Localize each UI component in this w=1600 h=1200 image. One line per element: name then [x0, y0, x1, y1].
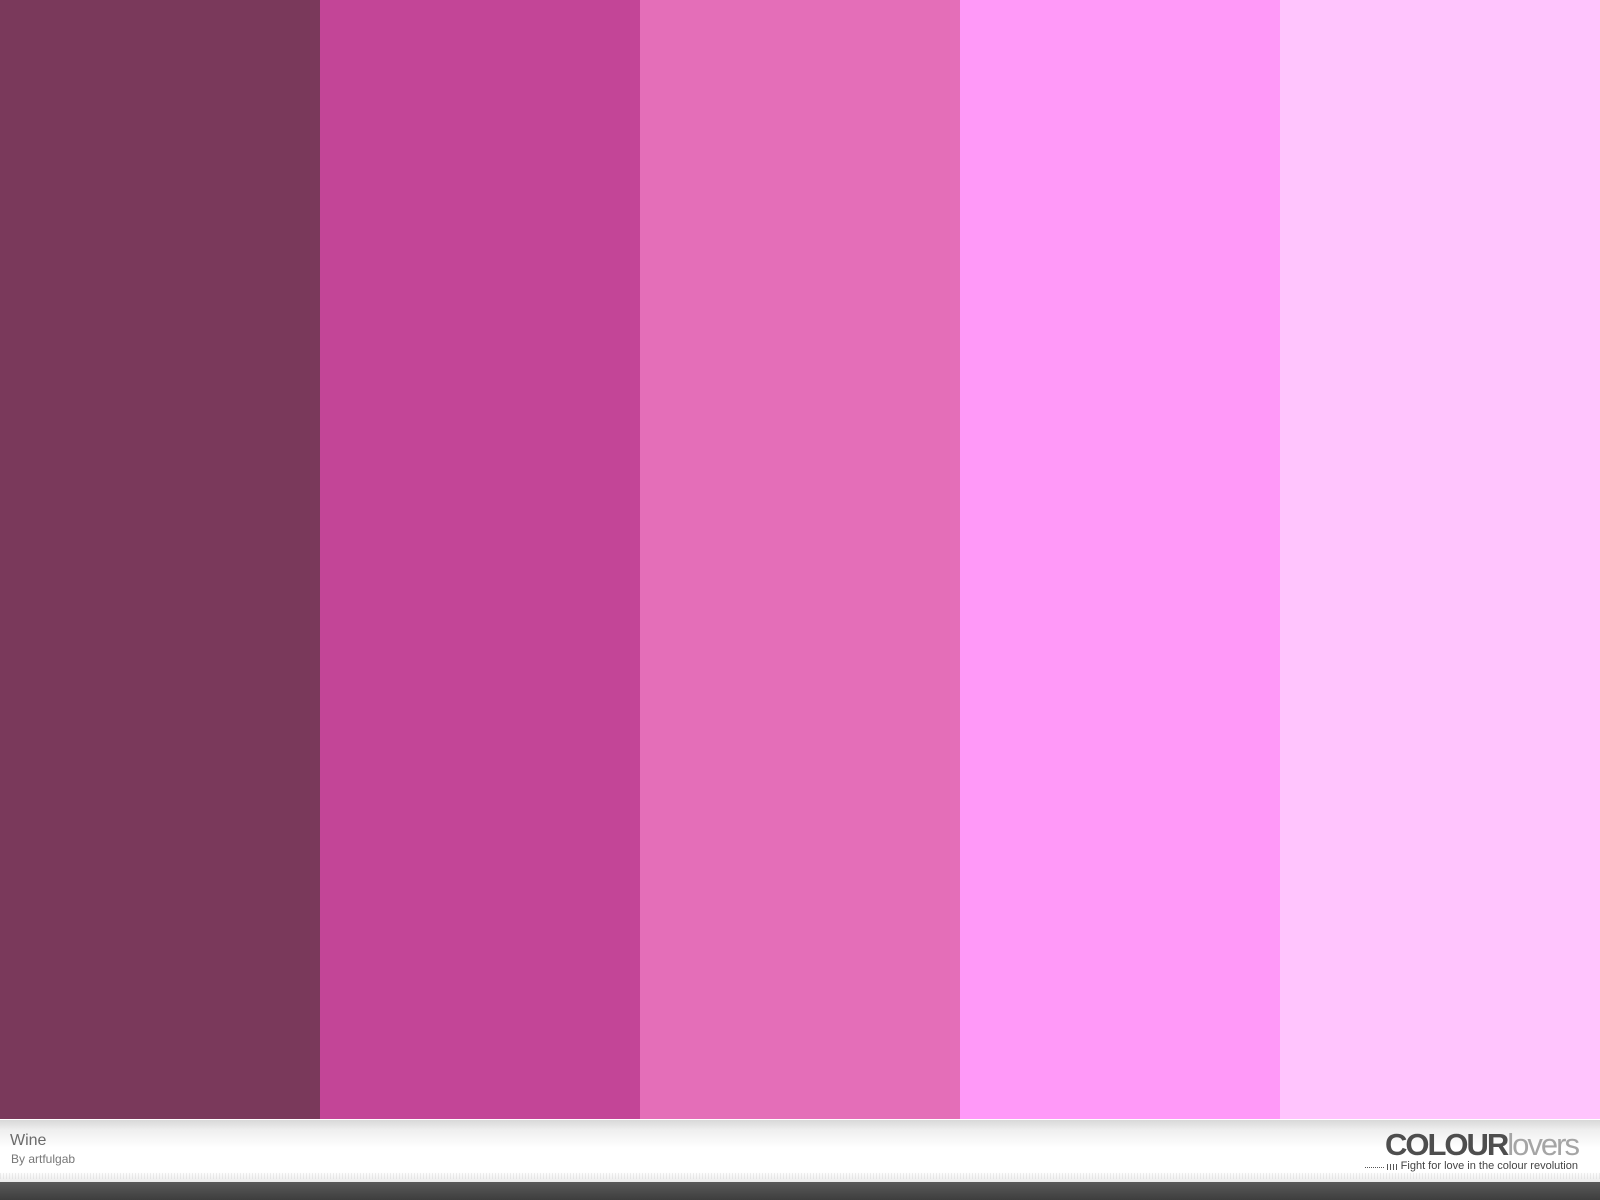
color-swatch-1 [0, 0, 320, 1119]
color-swatch-3 [640, 0, 960, 1119]
logo-colour-text: COLOUR [1384, 1127, 1509, 1162]
color-swatch-5 [1280, 0, 1600, 1119]
bottom-bar [0, 1182, 1600, 1200]
palette-footer: Wine By artfulgab COLOURlovers Fight for… [0, 1119, 1600, 1182]
color-swatch-4 [960, 0, 1280, 1119]
palette-title: Wine [10, 1132, 47, 1149]
logo-wordmark: COLOURlovers [1365, 1127, 1580, 1162]
dotted-line-icon [1364, 1163, 1397, 1170]
color-palette [0, 0, 1600, 1119]
logo-tagline: Fight for love in the colour revolution [1400, 1160, 1578, 1172]
colourlovers-logo: COLOURlovers Fight for love in the colou… [1364, 1127, 1580, 1173]
color-swatch-2 [320, 0, 640, 1119]
logo-lovers-text: lovers [1507, 1127, 1580, 1162]
palette-author: By artfulgab [11, 1152, 76, 1166]
